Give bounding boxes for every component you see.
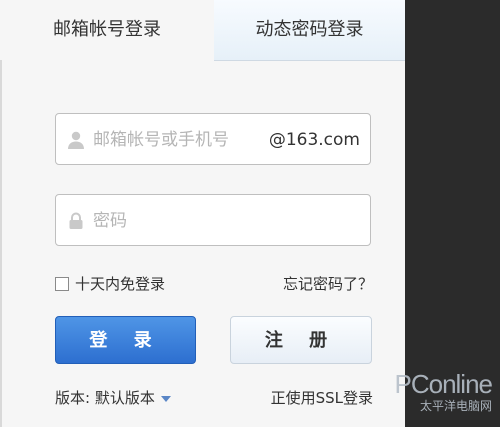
watermark: PConline 太平洋电脑网	[344, 369, 494, 421]
login-tabs: 邮箱帐号登录 动态密码登录	[0, 0, 405, 61]
username-placeholder: 邮箱帐号或手机号	[93, 130, 229, 150]
user-icon	[66, 130, 86, 150]
login-button[interactable]: 登 录	[55, 316, 196, 364]
forgot-password-link[interactable]: 忘记密码了？	[283, 274, 373, 294]
tab-dynamic-password-login[interactable]: 动态密码登录	[214, 0, 405, 61]
email-domain-suffix: @163.com	[268, 130, 360, 150]
watermark-brand: PConline	[394, 369, 493, 399]
remember-label: 十天内免登录	[75, 275, 166, 293]
version-selector[interactable]: 版本: 默认版本	[55, 388, 171, 408]
remember-me[interactable]: 十天内免登录	[55, 274, 165, 294]
remember-checkbox[interactable]	[55, 277, 69, 291]
password-placeholder: 密码	[93, 211, 127, 231]
watermark-sub: 太平洋电脑网	[419, 399, 492, 413]
version-label: 版本: 默认版本	[55, 389, 155, 407]
caret-down-icon	[160, 395, 171, 402]
password-field[interactable]: 密码	[55, 194, 371, 246]
login-panel: 邮箱帐号登录 动态密码登录 邮箱帐号或手机号 @163.com 密码 十天内免登…	[0, 0, 405, 427]
tab-account-login[interactable]: 邮箱帐号登录	[0, 0, 215, 60]
register-button[interactable]: 注 册	[230, 316, 372, 364]
lock-icon	[66, 211, 86, 231]
username-field[interactable]: 邮箱帐号或手机号 @163.com	[55, 113, 371, 165]
